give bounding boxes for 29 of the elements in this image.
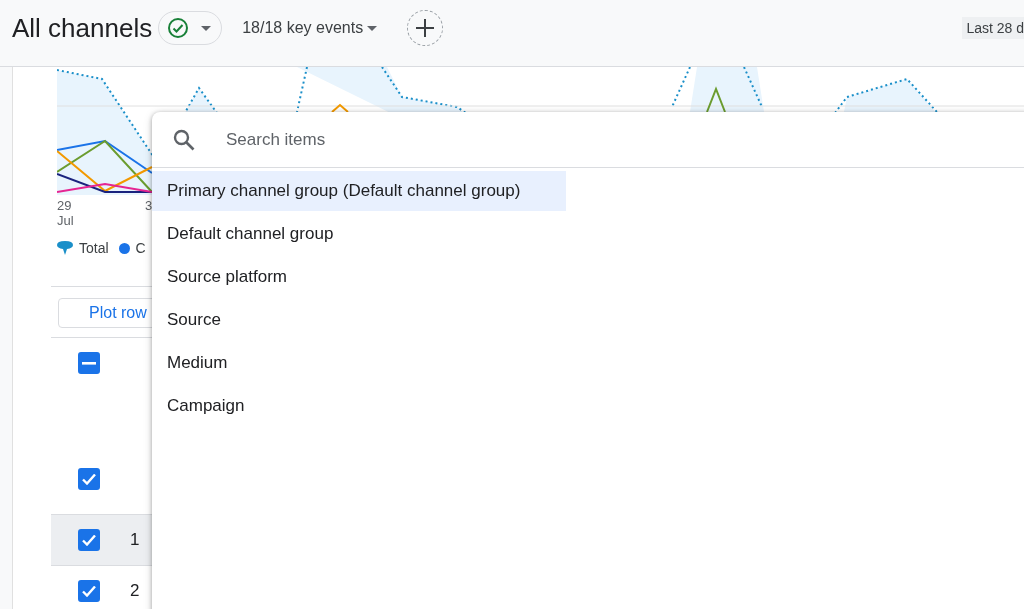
key-events-dropdown[interactable]: 18/18 key events bbox=[236, 15, 384, 41]
status-dropdown[interactable] bbox=[158, 11, 223, 45]
row-number: 2 bbox=[130, 581, 140, 601]
checkbox[interactable] bbox=[78, 580, 100, 602]
caret-icon bbox=[201, 25, 212, 31]
check-icon bbox=[82, 473, 96, 485]
check-circle-icon bbox=[167, 17, 190, 39]
search-icon bbox=[172, 127, 196, 152]
menu-item[interactable]: Source platform bbox=[152, 257, 566, 297]
legend-label: Total bbox=[79, 240, 109, 256]
menu-item[interactable]: Medium bbox=[152, 343, 566, 383]
date-range[interactable]: Last 28 d bbox=[962, 17, 1024, 39]
menu-item[interactable]: Primary channel group (Default channel group) bbox=[152, 171, 566, 211]
caret-icon bbox=[367, 25, 378, 31]
checkbox[interactable] bbox=[78, 468, 100, 490]
row-number: 1 bbox=[130, 530, 140, 550]
check-icon bbox=[82, 585, 96, 597]
menu-item[interactable]: Default channel group bbox=[152, 214, 566, 254]
axis-label: 3 bbox=[145, 198, 154, 213]
menu-item[interactable]: Campaign bbox=[152, 386, 566, 426]
minus-icon bbox=[82, 361, 96, 365]
axis-label: Jul bbox=[57, 213, 75, 228]
page-title: All channels bbox=[12, 12, 153, 44]
plus-icon bbox=[415, 18, 436, 38]
axis-label: 29 bbox=[57, 198, 73, 213]
check-icon bbox=[82, 534, 96, 546]
legend-label: C bbox=[135, 240, 146, 256]
checkbox[interactable] bbox=[78, 352, 100, 374]
checkbox[interactable] bbox=[78, 529, 100, 551]
